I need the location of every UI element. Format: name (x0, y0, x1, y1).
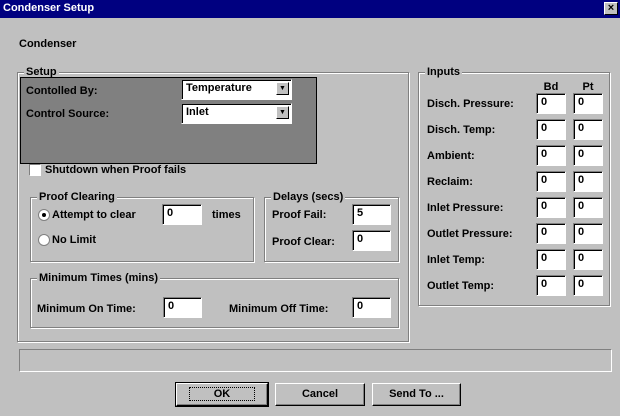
input-pt-field[interactable]: 0 (573, 249, 603, 270)
input-pt-field[interactable]: 0 (573, 171, 603, 192)
no-limit-radio[interactable] (38, 234, 50, 246)
cancel-button[interactable]: Cancel (275, 383, 365, 406)
input-row-label: Reclaim: (427, 176, 473, 188)
control-source-value: Inlet (186, 106, 209, 118)
bd-column-header: Bd (543, 81, 559, 93)
status-bar (19, 349, 612, 372)
input-pt-field[interactable]: 0 (573, 145, 603, 166)
input-row-label: Ambient: (427, 150, 475, 162)
attempt-count-input[interactable]: 0 (162, 204, 202, 225)
proof-clearing-group: Proof Clearing (30, 191, 254, 262)
close-icon[interactable]: × (604, 2, 618, 15)
dialog-heading: Condenser (19, 38, 77, 50)
input-bd-field[interactable]: 0 (536, 93, 566, 114)
input-bd-field[interactable]: 0 (536, 171, 566, 192)
delays-legend: Delays (secs) (271, 191, 346, 203)
attempt-label: Attempt to clear (52, 209, 136, 221)
input-row-label: Inlet Pressure: (427, 202, 504, 214)
proof-clearing-legend: Proof Clearing (37, 191, 117, 203)
input-row-label: Outlet Temp: (427, 280, 495, 292)
control-source-label: Control Source: (26, 108, 110, 120)
controlled-by-value: Temperature (186, 82, 252, 94)
shutdown-label: Shutdown when Proof fails (45, 164, 187, 176)
proof-clear-input[interactable]: 0 (352, 230, 391, 251)
input-pt-field[interactable]: 0 (573, 223, 603, 244)
minimum-off-label: Minimum Off Time: (229, 303, 329, 315)
minimum-on-label: Minimum On Time: (37, 303, 136, 315)
minimum-times-legend: Minimum Times (mins) (37, 272, 160, 284)
input-row-label: Inlet Temp: (427, 254, 485, 266)
ok-button-label: OK (188, 387, 256, 401)
input-pt-field[interactable]: 0 (573, 275, 603, 296)
controlled-by-select[interactable]: Temperature ▼ (181, 79, 292, 100)
input-pt-field[interactable]: 0 (573, 119, 603, 140)
chevron-down-icon[interactable]: ▼ (276, 106, 289, 119)
send-to-button[interactable]: Send To ... (372, 383, 461, 406)
input-bd-field[interactable]: 0 (536, 119, 566, 140)
control-source-select[interactable]: Inlet ▼ (181, 103, 292, 124)
input-row-label: Disch. Pressure: (427, 98, 514, 110)
proof-fail-label: Proof Fail: (272, 209, 327, 221)
ok-button[interactable]: OK (175, 382, 269, 407)
minimum-on-input[interactable]: 0 (163, 297, 202, 318)
attempt-radio[interactable] (38, 209, 50, 221)
controlled-by-label: Contolled By: (26, 85, 98, 97)
input-bd-field[interactable]: 0 (536, 197, 566, 218)
input-bd-field[interactable]: 0 (536, 223, 566, 244)
input-pt-field[interactable]: 0 (573, 197, 603, 218)
pt-column-header: Pt (582, 81, 594, 93)
title-bar: Condenser Setup × (0, 0, 620, 18)
input-pt-field[interactable]: 0 (573, 93, 603, 114)
input-bd-field[interactable]: 0 (536, 249, 566, 270)
inputs-legend: Inputs (425, 66, 462, 78)
shutdown-checkbox[interactable] (29, 164, 41, 176)
proof-clear-label: Proof Clear: (272, 236, 335, 248)
input-row-label: Disch. Temp: (427, 124, 496, 136)
times-label: times (212, 209, 241, 221)
no-limit-label: No Limit (52, 234, 96, 246)
proof-fail-input[interactable]: 5 (352, 204, 391, 225)
window-title: Condenser Setup (3, 2, 95, 14)
input-row-label: Outlet Pressure: (427, 228, 513, 240)
input-bd-field[interactable]: 0 (536, 275, 566, 296)
chevron-down-icon[interactable]: ▼ (276, 82, 289, 95)
minimum-off-input[interactable]: 0 (352, 297, 391, 318)
input-bd-field[interactable]: 0 (536, 145, 566, 166)
